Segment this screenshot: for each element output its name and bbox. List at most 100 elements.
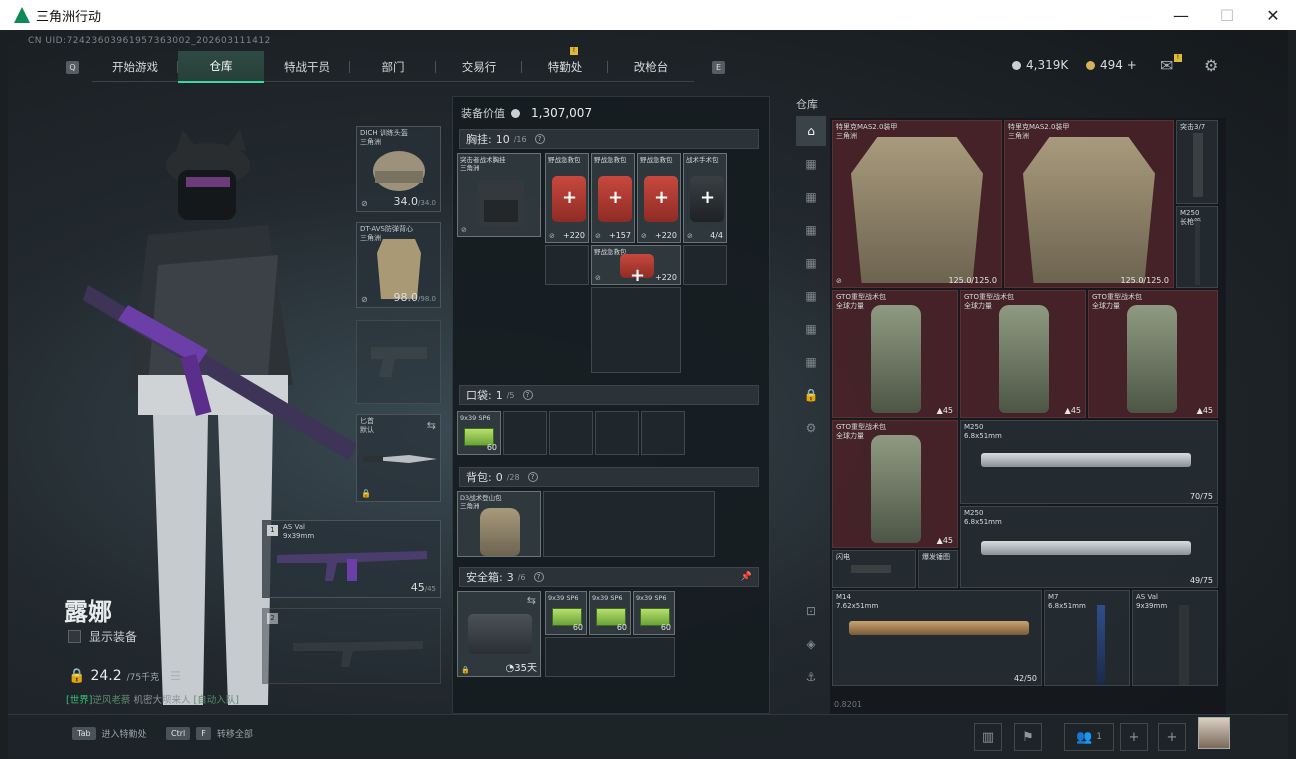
storage-item[interactable]: M250 长枪管 bbox=[1176, 206, 1218, 288]
storage-tab-icon[interactable]: ▦ bbox=[796, 248, 826, 278]
tab-special-ops[interactable]: 特勤处! bbox=[522, 46, 608, 83]
anchor-icon[interactable]: ⚓ bbox=[796, 662, 826, 692]
inventory-item[interactable]: 野战急救包⊘+220 bbox=[591, 245, 681, 286]
storage-tab-icon[interactable]: ▦ bbox=[796, 347, 826, 377]
storage-home-icon[interactable]: ⌂ bbox=[796, 116, 826, 146]
help-icon[interactable]: ? bbox=[527, 472, 538, 482]
minimize-button[interactable]: — bbox=[1158, 0, 1204, 30]
help-icon[interactable]: ? bbox=[533, 572, 544, 582]
storage-item[interactable]: GTO重型战术包 全球力量 ▲45 bbox=[1088, 290, 1218, 418]
storage-item[interactable]: 闪电 bbox=[832, 550, 916, 588]
armor-image bbox=[377, 239, 421, 299]
storage-tab-icon[interactable]: ▦ bbox=[796, 149, 826, 179]
squad-button[interactable]: 👥 1 bbox=[1064, 723, 1114, 751]
storage-item[interactable]: M250 6.8x51mm 49/75 bbox=[960, 506, 1218, 588]
empty-cell[interactable] bbox=[641, 411, 685, 455]
add-teammate-button[interactable]: + bbox=[1120, 723, 1148, 751]
empty-cell-grid[interactable] bbox=[591, 287, 681, 373]
ammo-item[interactable]: 9x39 SP6 60 bbox=[589, 591, 631, 635]
storage-item[interactable]: 特里克MAS2.0装甲 三角洲 ⊘ 125.0/125.0 bbox=[832, 120, 1002, 288]
empty-cell[interactable] bbox=[549, 411, 593, 455]
settings-gear-icon[interactable]: ⚙ bbox=[1204, 56, 1218, 75]
tab-department[interactable]: 部门 bbox=[350, 51, 436, 83]
storage-item[interactable]: GTO重型战术包 全球力量 ▲45 bbox=[832, 420, 958, 548]
inventory-item[interactable]: 野战急救包⊘+220 bbox=[637, 153, 681, 243]
settings-gear-icon[interactable]: ⚙ bbox=[796, 413, 826, 443]
helmet-slot[interactable]: DICH 训练头盔 三角洲 ⊘ 34.0/34.0 bbox=[356, 126, 441, 212]
silver-currency[interactable]: 4,319K bbox=[1012, 58, 1068, 72]
lock-icon[interactable]: 🔒 bbox=[796, 380, 826, 410]
help-icon[interactable]: ? bbox=[522, 390, 533, 400]
empty-cell[interactable] bbox=[503, 411, 547, 455]
stock-image bbox=[851, 565, 891, 573]
armor-slot[interactable]: DT-AVS防弹背心 三角洲 ⊘ 98.0/98.0 bbox=[356, 222, 441, 308]
tab-start-game[interactable]: 开始游戏 bbox=[92, 51, 178, 83]
tab-warehouse[interactable]: 仓库 bbox=[178, 50, 264, 83]
storage-item[interactable]: M7 6.8x51mm bbox=[1044, 590, 1130, 686]
gold-currency[interactable]: 494 + bbox=[1086, 58, 1137, 72]
ammo-item[interactable]: 9x39 SP6 60 bbox=[545, 591, 587, 635]
enter-special-ops-hint[interactable]: Tab 进入特勤处 bbox=[72, 727, 147, 740]
ammo-item[interactable]: 9x39 SP6 60 bbox=[633, 591, 675, 635]
transfer-all-hint[interactable]: Ctrl F 转移全部 bbox=[166, 727, 253, 740]
storage-item[interactable]: M250 6.8x51mm 70/75 bbox=[960, 420, 1218, 504]
help-icon[interactable]: ? bbox=[534, 134, 545, 144]
empty-cell[interactable] bbox=[595, 411, 639, 455]
world-chat-line[interactable]: [世界]逆风老蔡 机密大坝来人 [自动入队] bbox=[66, 692, 239, 706]
inventory-item[interactable]: 野战急救包⊘+220 bbox=[545, 153, 589, 243]
safe-box-item[interactable]: ⇆ 🔒 ◔35天 bbox=[457, 591, 541, 677]
avatar[interactable] bbox=[1198, 717, 1230, 749]
inventory-item[interactable]: 野战急救包⊘+157 bbox=[591, 153, 635, 243]
empty-cell[interactable] bbox=[545, 245, 589, 285]
stats-chart-icon[interactable]: ▥ bbox=[974, 723, 1002, 751]
inventory-item[interactable]: 战术手术包⊘4/4 bbox=[683, 153, 727, 243]
tab-gunsmith[interactable]: 改枪台 bbox=[608, 51, 694, 83]
flag-icon[interactable]: ⚑ bbox=[1014, 723, 1042, 751]
mail-icon[interactable]: ✉ bbox=[1160, 56, 1173, 75]
pin-icon[interactable]: 📌 bbox=[741, 572, 752, 582]
checkbox[interactable] bbox=[68, 630, 81, 643]
storage-item[interactable]: GTO重型战术包 全球力量 ▲45 bbox=[960, 290, 1086, 418]
storage-item[interactable]: 特里克MAS2.0装甲 三角洲 125.0/125.0 bbox=[1004, 120, 1174, 288]
layers-icon[interactable]: ◈ bbox=[796, 629, 826, 659]
pistol-slot[interactable] bbox=[356, 320, 441, 404]
nav-next-key[interactable]: E bbox=[712, 61, 725, 74]
storage-tab-icon[interactable]: ▦ bbox=[796, 215, 826, 245]
add-teammate-button[interactable]: + bbox=[1158, 723, 1186, 751]
maximize-button[interactable]: ☐ bbox=[1204, 0, 1250, 30]
chest-rig-header: 胸挂: 10/16? bbox=[459, 129, 759, 149]
unlink-icon: ⊘ bbox=[361, 295, 368, 304]
tab-operators[interactable]: 特战干员 bbox=[264, 51, 350, 83]
primary-weapon-slot[interactable]: 1 AS Val 9x39mm 45/45 bbox=[262, 520, 441, 598]
storage-item[interactable]: 爆发锤图 bbox=[918, 550, 958, 588]
empty-cell[interactable] bbox=[683, 245, 727, 285]
sort-icon[interactable]: ⊡ bbox=[796, 596, 826, 626]
storage-item[interactable]: AS Val 9x39mm bbox=[1132, 590, 1218, 686]
medkit-icon bbox=[644, 176, 678, 222]
tab-trade[interactable]: 交易行 bbox=[436, 51, 522, 83]
storage-item[interactable]: GTO重型战术包 全球力量 ▲45 bbox=[832, 290, 958, 418]
close-button[interactable]: ✕ bbox=[1250, 0, 1296, 30]
storage-item[interactable]: 突击3/7 bbox=[1176, 120, 1218, 204]
backpack-grid[interactable] bbox=[543, 491, 715, 557]
melee-slot[interactable]: 匕首 默认 ⇆ 🔒 bbox=[356, 414, 441, 502]
storage-item[interactable]: M14 7.62x51mm 42/50 bbox=[832, 590, 1042, 686]
swap-icon[interactable]: ⇆ bbox=[427, 419, 436, 432]
storage-tab-icon[interactable]: ▦ bbox=[796, 314, 826, 344]
empty-cell[interactable] bbox=[545, 637, 675, 677]
chest-rig-item[interactable]: 突击者战术胸挂 三角洲 ⊘ bbox=[457, 153, 541, 237]
nav-prev-key[interactable]: Q bbox=[66, 61, 79, 74]
storage-tab-icon[interactable]: ▦ bbox=[796, 281, 826, 311]
storage-tab-icon[interactable]: ▦ bbox=[796, 182, 826, 212]
unlink-icon: ⊘ bbox=[361, 199, 368, 208]
list-icon[interactable]: ☰ bbox=[170, 669, 181, 683]
swap-icon[interactable]: ⇆ bbox=[527, 594, 536, 607]
slot-name: AS Val 9x39mm bbox=[283, 523, 315, 540]
ammo-item[interactable]: 9x39 SP6 60 bbox=[457, 411, 501, 455]
uid-label: CN UID:72423603961957363002_202603111412 bbox=[28, 36, 271, 46]
backpack-item[interactable]: D3战术登山包 三角洲 bbox=[457, 491, 541, 557]
show-equipment-toggle[interactable]: 显示装备 bbox=[68, 628, 137, 645]
secondary-weapon-slot[interactable]: 2 bbox=[262, 608, 441, 684]
storage-sidebar: ⌂ ▦ ▦ ▦ ▦ ▦ ▦ ▦ 🔒 ⚙ ⊡ ◈ ⚓ bbox=[796, 116, 828, 716]
loadout-panel: 装备价值 1,307,007 胸挂: 10/16? 突击者战术胸挂 三角洲 ⊘ 野战… bbox=[452, 96, 770, 714]
